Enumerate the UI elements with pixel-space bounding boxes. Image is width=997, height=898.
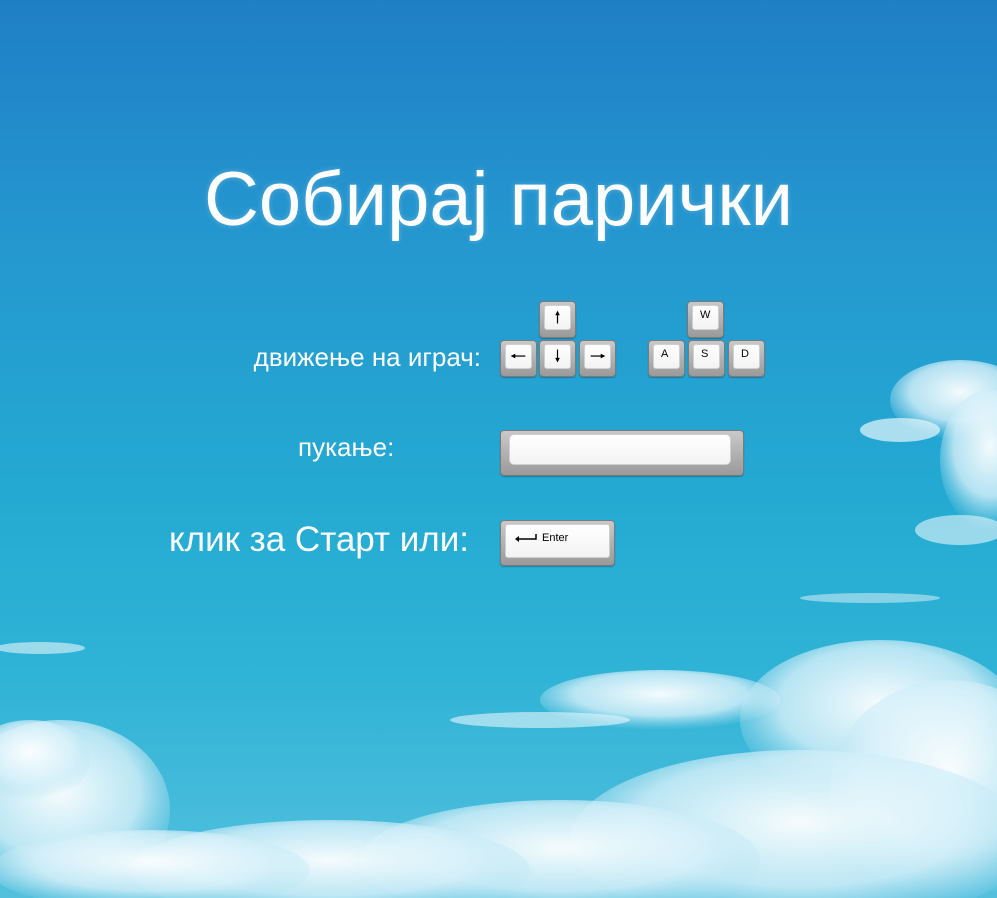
- move-controls-label: движење на играч:: [253, 342, 481, 372]
- enter-return-icon: [515, 534, 537, 542]
- up-arrow-icon: [555, 310, 560, 324]
- up-arrow-key: [539, 301, 576, 338]
- d-key: D: [728, 340, 765, 377]
- a-key: A: [648, 340, 685, 377]
- start-prompt-label: клик за Старт или:: [168, 520, 469, 559]
- s-key-label: S: [701, 348, 709, 360]
- down-arrow-key: [539, 340, 576, 377]
- left-arrow-key: [500, 340, 537, 377]
- enter-key-start-button[interactable]: Enter: [500, 520, 615, 566]
- down-arrow-icon: [555, 349, 560, 363]
- left-arrow-icon: [510, 353, 526, 359]
- right-arrow-key: [579, 340, 616, 377]
- shoot-controls-label: пукање:: [298, 432, 395, 462]
- w-key-label: W: [700, 309, 711, 321]
- right-arrow-icon: [590, 353, 606, 359]
- a-key-label: A: [661, 348, 669, 360]
- spacebar-key: [500, 430, 744, 476]
- w-key: W: [687, 301, 724, 338]
- sky-clouds-background: [0, 360, 997, 898]
- enter-key-label: Enter: [542, 532, 569, 544]
- game-title: Собирај парички: [203, 157, 794, 242]
- d-key-label: D: [741, 348, 749, 360]
- s-key: S: [688, 340, 725, 377]
